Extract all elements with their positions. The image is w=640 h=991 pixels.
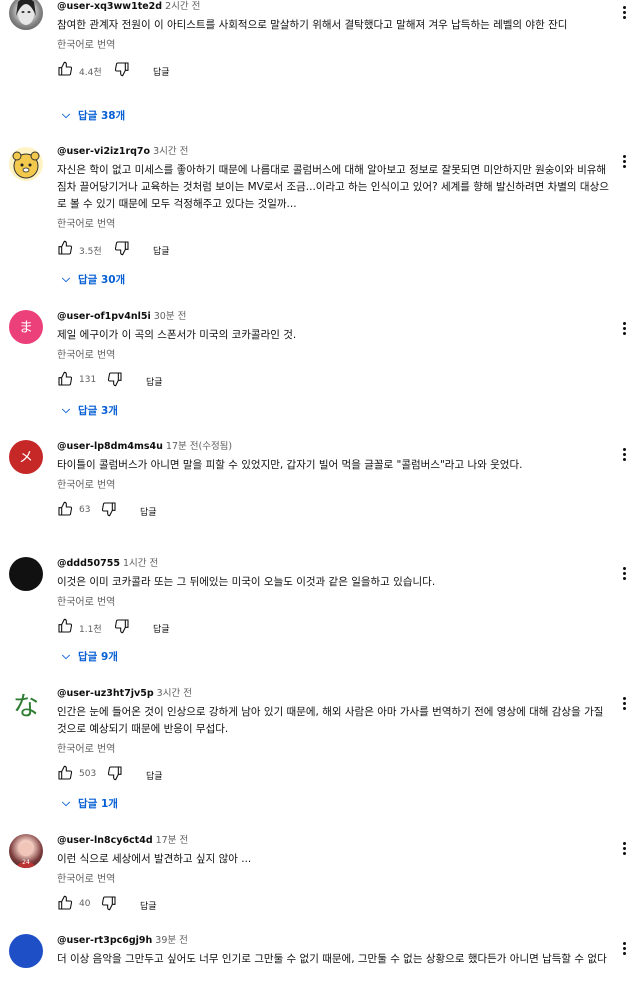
- thumbs-up-icon[interactable]: [57, 895, 73, 911]
- thumbs-down-icon[interactable]: [107, 371, 123, 387]
- more-options-icon[interactable]: [623, 567, 627, 582]
- comment-author[interactable]: @user-rt3pc6gj9h: [57, 935, 152, 946]
- comment-time[interactable]: 3시간 전: [157, 688, 192, 699]
- comment-time[interactable]: 1시간 전: [123, 558, 158, 569]
- more-options-icon[interactable]: [623, 842, 627, 857]
- avatar[interactable]: ま: [9, 310, 43, 344]
- view-replies-button[interactable]: ⌵ 답글 30개: [62, 272, 125, 287]
- more-options-icon[interactable]: [623, 155, 627, 170]
- like-count: 131: [79, 375, 97, 385]
- thumbs-down-icon[interactable]: [114, 618, 130, 634]
- thumbs-down-icon[interactable]: [107, 765, 123, 781]
- thumbs-up-icon[interactable]: [57, 240, 73, 256]
- chevron-down-icon: ⌵: [62, 797, 70, 809]
- comment-text: 제일 에구이가 이 곡의 스폰서가 미국의 코카콜라인 것.: [57, 329, 297, 341]
- like-count: 4.4천: [79, 68, 102, 78]
- more-options-icon[interactable]: [623, 697, 627, 712]
- comment-text: 자신은 학이 없고 미세스를 좋아하기 때문에 나름대로 콜럼버스에 대해 알아…: [57, 164, 609, 210]
- translate-link[interactable]: 한국어로 번역: [57, 596, 610, 610]
- like-count: 3.5천: [79, 247, 102, 257]
- comment-time[interactable]: 39분 전: [155, 935, 188, 946]
- avatar[interactable]: [9, 934, 43, 968]
- more-options-icon[interactable]: [623, 942, 627, 957]
- comment-text: 인간은 눈에 들어온 것이 인상으로 강하게 남아 있기 때문에, 해외 사람은…: [57, 706, 604, 735]
- view-replies-button[interactable]: ⌵ 답글 9개: [62, 649, 118, 664]
- thumbs-up-icon[interactable]: [57, 765, 73, 781]
- more-options-icon[interactable]: [623, 448, 627, 463]
- svg-text:24: 24: [22, 859, 30, 866]
- like-count: 63: [79, 505, 91, 515]
- comment-text: 이런 식으로 세상에서 발견하고 싶지 않아 ...: [57, 853, 252, 865]
- chevron-down-icon: ⌵: [62, 273, 70, 285]
- translate-link[interactable]: 한국어로 번역: [57, 218, 610, 232]
- translate-link[interactable]: 한국어로 번역: [57, 349, 610, 363]
- comment-author[interactable]: @user-ln8cy6ct4d: [57, 835, 153, 846]
- thumbs-down-icon[interactable]: [114, 240, 130, 256]
- avatar[interactable]: 24: [9, 834, 43, 868]
- thumbs-up-icon[interactable]: [57, 501, 73, 517]
- reply-button[interactable]: 답글: [146, 769, 163, 782]
- thumbs-up-icon[interactable]: [57, 371, 73, 387]
- more-options-icon[interactable]: [623, 322, 627, 337]
- translate-link[interactable]: 한국어로 번역: [57, 743, 610, 757]
- chevron-down-icon: ⌵: [62, 650, 70, 662]
- thumbs-down-icon[interactable]: [101, 895, 117, 911]
- thumbs-down-icon[interactable]: [114, 61, 130, 77]
- thumbs-down-icon[interactable]: [101, 501, 117, 517]
- comment-text: 타이틀이 콜럼버스가 아니면 말을 피할 수 있었지만, 갑자기 빌어 먹을 글…: [57, 459, 523, 471]
- avatar[interactable]: [9, 147, 43, 181]
- view-replies-button[interactable]: ⌵ 답글 38개: [62, 108, 125, 123]
- comment-author[interactable]: @user-uz3ht7jv5p: [57, 688, 154, 699]
- reply-button[interactable]: 답글: [153, 244, 170, 257]
- comment-text: 더 이상 음악을 그만두고 싶어도 너무 인기로 그만둘 수 없기 때문에, 그…: [57, 953, 607, 965]
- like-count: 503: [79, 769, 97, 779]
- translate-link[interactable]: 한국어로 번역: [57, 39, 610, 53]
- thumbs-up-icon[interactable]: [57, 618, 73, 634]
- comment-author[interactable]: @ddd50755: [57, 558, 120, 569]
- reply-button[interactable]: 답글: [146, 375, 163, 388]
- translate-link[interactable]: 한국어로 번역: [57, 479, 610, 493]
- avatar[interactable]: メ: [9, 440, 43, 474]
- comment-time[interactable]: 17분 전(수정됨): [166, 441, 232, 452]
- comment-time[interactable]: 17분 전: [156, 835, 189, 846]
- comment-time[interactable]: 3시간 전: [153, 146, 188, 157]
- reply-button[interactable]: 답글: [153, 65, 170, 78]
- avatar[interactable]: な: [9, 687, 43, 721]
- thumbs-up-icon[interactable]: [57, 61, 73, 77]
- view-replies-button[interactable]: ⌵ 답글 1개: [62, 796, 118, 811]
- comment-author[interactable]: @user-xq3ww1te2d: [57, 1, 162, 12]
- chevron-down-icon: ⌵: [62, 404, 70, 416]
- like-count: 1.1천: [79, 625, 102, 635]
- avatar[interactable]: [9, 0, 43, 30]
- comment-text: 이것은 이미 코카콜라 또는 그 뒤에있는 미국이 오늘도 이것과 같은 일을하…: [57, 576, 436, 588]
- more-options-icon[interactable]: [623, 6, 627, 21]
- translate-link[interactable]: 한국어로 번역: [57, 873, 610, 887]
- comment-time[interactable]: 2시간 전: [165, 1, 200, 12]
- reply-button[interactable]: 답글: [153, 622, 170, 635]
- comment-author[interactable]: @user-of1pv4nl5i: [57, 311, 151, 322]
- chevron-down-icon: ⌵: [62, 109, 70, 121]
- comment-author[interactable]: @user-lp8dm4ms4u: [57, 441, 163, 452]
- comment-author[interactable]: @user-vi2iz1rq7o: [57, 146, 150, 157]
- like-count: 40: [79, 899, 91, 909]
- comment-text: 참여한 관계자 전원이 이 아티스트를 사회적으로 말살하기 위해서 결탁했다고…: [57, 19, 568, 31]
- reply-button[interactable]: 답글: [140, 899, 157, 912]
- reply-button[interactable]: 답글: [140, 505, 157, 518]
- comment-time[interactable]: 30분 전: [154, 311, 187, 322]
- avatar[interactable]: [9, 557, 43, 591]
- view-replies-button[interactable]: ⌵ 답글 3개: [62, 403, 118, 418]
